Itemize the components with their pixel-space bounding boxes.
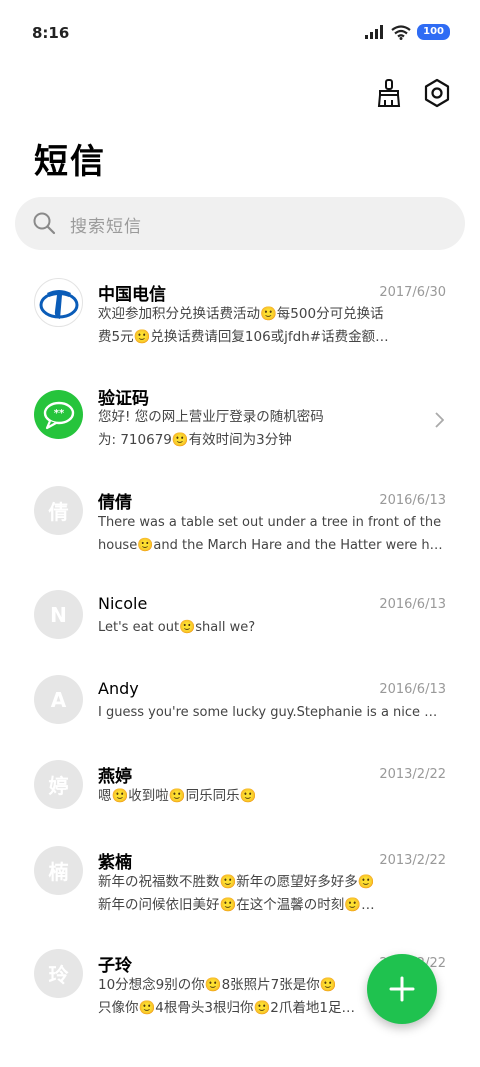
message-preview: 费5元🙂兑换话费请回复106或jfdh#话费金额… — [98, 329, 389, 345]
sms-bubble-icon: ** — [34, 390, 83, 439]
message-preview: Let's eat out🙂shall we? — [98, 620, 256, 635]
avatar: A — [34, 675, 83, 724]
conversation-name: Andy — [98, 679, 139, 698]
conversation-name: 中国电信 — [98, 285, 166, 305]
new-message-button[interactable] — [367, 954, 437, 1024]
clean-brush-icon[interactable] — [374, 78, 404, 108]
message-preview: There was a table set out under a tree i… — [98, 515, 442, 530]
svg-text:**: ** — [53, 408, 64, 419]
avatar: 倩 — [34, 486, 83, 535]
message-preview: house🙂and the March Hare and the Hatter … — [98, 538, 444, 553]
conversation-date: 2016/6/13 — [379, 682, 446, 697]
battery-indicator: 100 — [417, 24, 450, 40]
conversation-name: 紫楠 — [98, 853, 132, 873]
page-title: 短信 — [34, 142, 106, 182]
conversation-name: 倩倩 — [98, 493, 132, 513]
message-preview: 您好! 您の网上营业厅登录の随机密码 — [98, 409, 324, 425]
search-bar[interactable]: 搜索短信 — [15, 197, 465, 250]
status-bar: 8:16 100 — [0, 0, 480, 60]
conversation-date: 2016/6/13 — [379, 597, 446, 612]
conversation-item[interactable]: 中国电信 2017/6/30 欢迎参加积分兑换话费活动🙂每500分可兑换话 费5… — [0, 268, 480, 368]
message-preview: 新年の问候依旧美好🙂在这个温馨の时刻🙂… — [98, 897, 375, 913]
conversation-date: 2017/6/30 — [379, 285, 446, 300]
message-preview: 欢迎参加积分兑换话费活动🙂每500分可兑换话 — [98, 306, 384, 322]
status-icons: 100 — [365, 24, 450, 40]
avatar: N — [34, 590, 83, 639]
telecom-logo-icon — [34, 278, 83, 327]
add-icon — [389, 976, 415, 1002]
conversation-date: 2013/2/22 — [379, 767, 446, 782]
message-preview: 新年の祝福数不胜数🙂新年の愿望好多好多🙂 — [98, 874, 375, 890]
conversation-name: 子玲 — [98, 956, 132, 976]
avatar: 玲 — [34, 949, 83, 998]
signal-icon — [365, 25, 384, 39]
conversation-item[interactable]: A Andy 2016/6/13 I guess you're some luc… — [0, 673, 480, 747]
conversation-name: 燕婷 — [98, 767, 132, 787]
settings-icon[interactable] — [422, 78, 452, 108]
conversation-name: Nicole — [98, 594, 148, 613]
top-actions — [374, 78, 452, 108]
conversation-item[interactable]: 楠 紫楠 2013/2/22 新年の祝福数不胜数🙂新年の愿望好多好多🙂 新年の问… — [0, 844, 480, 944]
conversation-date: 2016/6/13 — [379, 493, 446, 508]
avatar: 楠 — [34, 846, 83, 895]
search-icon — [33, 212, 56, 235]
chevron-right-icon[interactable] — [434, 412, 444, 428]
message-preview: I guess you're some lucky guy.Stephanie … — [98, 705, 444, 720]
conversation-item[interactable]: 倩 倩倩 2016/6/13 There was a table set out… — [0, 476, 480, 576]
message-preview: 为: 710679🙂有效时间为3分钟 — [98, 432, 292, 448]
avatar: 婷 — [34, 760, 83, 809]
conversation-item[interactable]: ** 验证码 您好! 您の网上营业厅登录の随机密码 为: 710679🙂有效时间… — [0, 372, 480, 472]
status-time: 8:16 — [32, 24, 70, 42]
message-preview: 嗯🙂收到啦🙂同乐同乐🙂 — [98, 788, 257, 804]
conversation-item[interactable]: N Nicole 2016/6/13 Let's eat out🙂shall w… — [0, 588, 480, 662]
search-input[interactable]: 搜索短信 — [70, 212, 142, 237]
conversation-date: 2013/2/22 — [379, 853, 446, 868]
wifi-icon — [391, 24, 411, 40]
conversation-item[interactable]: 婷 燕婷 2013/2/22 嗯🙂收到啦🙂同乐同乐🙂 — [0, 758, 480, 832]
